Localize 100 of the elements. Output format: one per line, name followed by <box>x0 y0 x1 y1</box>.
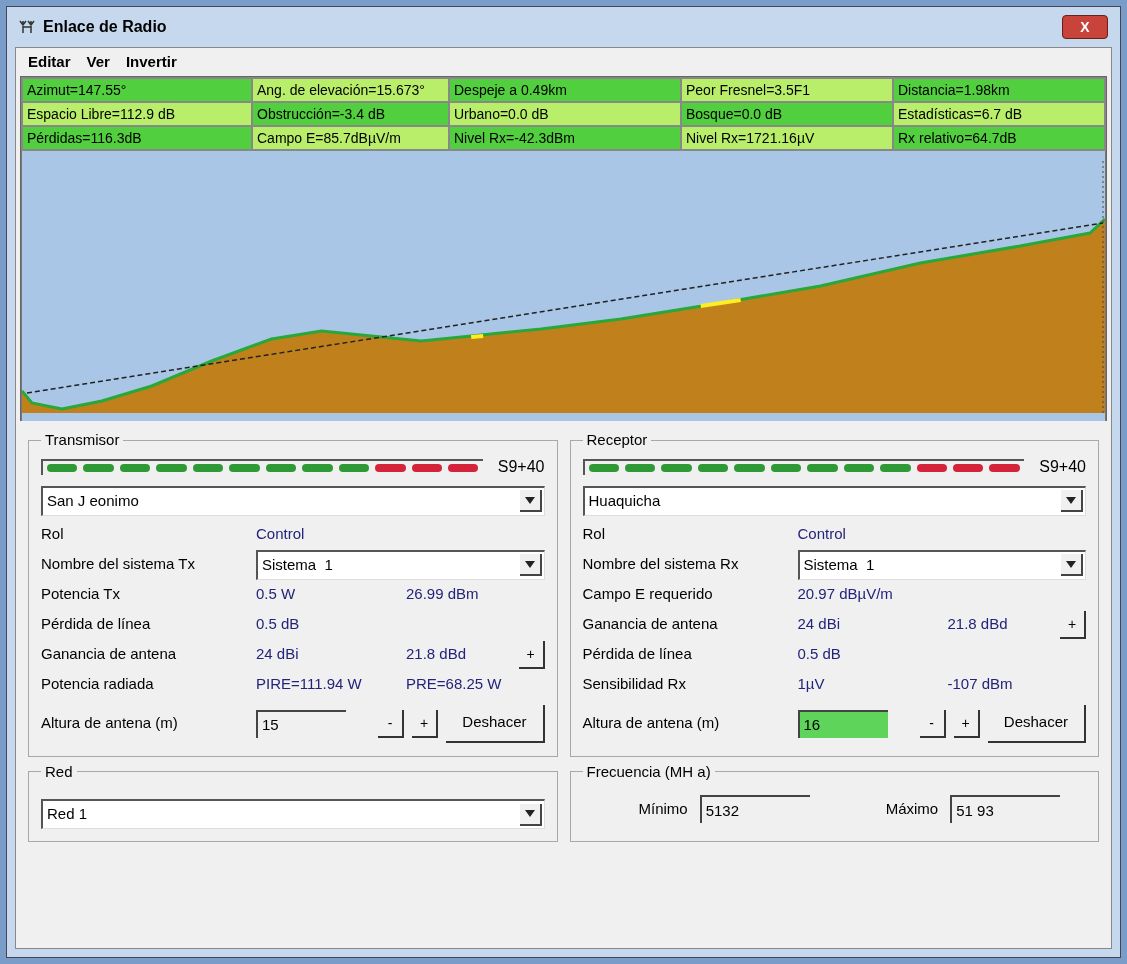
meter-segment <box>734 463 765 472</box>
meter-reading: S9+40 <box>1038 456 1086 477</box>
info-cell: Obstrucción=-3.4 dB <box>253 103 448 125</box>
caret-icon <box>524 560 535 568</box>
info-cell: Pérdidas=116.3dB <box>23 127 251 149</box>
info-cell: Espacio Libre=112.9 dB <box>23 103 251 125</box>
menu-item[interactable]: Editar <box>28 50 71 74</box>
panel-title: Frecuencia (MH a) <box>585 761 712 782</box>
plus-button[interactable]: + <box>412 709 438 738</box>
meter-segment <box>916 463 948 472</box>
field-label: Máximo <box>885 798 939 819</box>
field-value: 24 dBi <box>256 644 300 665</box>
height-field[interactable]: 15 <box>256 709 346 738</box>
field-label: Ganancia de antena <box>582 614 719 635</box>
meter-segment <box>953 463 984 472</box>
info-cell: Peor Fresnel=3.5F1 <box>682 79 892 101</box>
close-button[interactable]: X <box>1062 15 1108 39</box>
panel-title: Red <box>44 761 74 782</box>
field-label: Altura de antena (m) <box>41 713 179 734</box>
meter-segment <box>770 463 802 472</box>
meter-segment <box>375 463 406 472</box>
minus-button[interactable]: - <box>378 709 404 738</box>
field-label: Pérdida de línea <box>582 644 693 665</box>
dropdown-button[interactable] <box>519 803 542 826</box>
meter-reading: S9+40 <box>496 456 545 477</box>
caret-icon <box>524 810 535 817</box>
minimum-field[interactable]: 5132 <box>699 795 810 823</box>
dropdown-button[interactable] <box>1061 490 1083 512</box>
field-value: 0.5 W <box>256 584 297 605</box>
panel-title: Receptor <box>585 430 649 450</box>
antenna-icon <box>19 19 35 35</box>
info-cell: Ang. de elevación=15.673° <box>253 79 448 101</box>
field-label: Nombre del sistema Tx <box>41 554 196 575</box>
field-label: Rol <box>41 524 65 545</box>
meter-segment <box>265 463 297 472</box>
meter-segment <box>807 463 838 472</box>
minus-button[interactable]: - <box>919 709 946 738</box>
field-label: Mínimo <box>638 798 688 819</box>
info-cell: Urbano=0.0 dB <box>450 103 680 125</box>
info-cell: Bosque=0.0 dB <box>682 103 892 125</box>
field-label: Campo E requerido <box>582 584 714 605</box>
field-label: Potencia Tx <box>41 584 121 605</box>
network-select[interactable]: Red 1 <box>41 799 545 829</box>
dropdown-button[interactable] <box>1061 554 1083 576</box>
meter-segment <box>47 463 78 472</box>
field-value: 21.8 dBd <box>406 644 467 665</box>
height-field[interactable]: 16 <box>797 709 888 738</box>
field-value: PIRE=111.94 W <box>256 674 363 695</box>
plus-button[interactable]: + <box>1060 610 1086 639</box>
plus-button[interactable]: + <box>953 709 980 738</box>
field-value: 0.5 dB <box>797 644 842 665</box>
caret-icon <box>524 496 535 504</box>
info-cell: Estadísticas=6.7 dB <box>894 103 1104 125</box>
info-cell: Nivel Rx=1721.16µV <box>682 127 892 149</box>
dropdown-button[interactable] <box>519 554 542 576</box>
meter-segment <box>624 463 656 472</box>
station-select[interactable]: Huaquicha <box>582 485 1086 516</box>
field-label: Altura de antena (m) <box>582 713 721 734</box>
field-value: 0.5 dB <box>256 614 301 635</box>
undo-button[interactable]: Deshacer <box>446 704 545 743</box>
meter-segment <box>588 463 619 472</box>
meter-segment <box>338 463 370 472</box>
field-value: Control <box>256 524 306 545</box>
window-title: Enlace de Radio <box>43 17 168 37</box>
field-value: 1µV <box>797 674 826 695</box>
meter-segment <box>156 463 187 472</box>
info-cell: Despeje a 0.49km <box>450 79 680 101</box>
dropdown-button[interactable] <box>519 490 542 512</box>
meter-segment <box>229 463 260 472</box>
field-value: PRE=68.25 W <box>406 674 502 695</box>
meter-segment <box>661 463 692 472</box>
field-label: Nombre del sistema Rx <box>582 554 740 575</box>
field-label: Sensibilidad Rx <box>582 674 687 695</box>
field-value: 21.8 dBd <box>947 614 1008 635</box>
meter-segment <box>119 463 151 472</box>
meter-segment <box>411 463 442 472</box>
meter-segment <box>302 463 333 472</box>
field-value: -107 dBm <box>947 674 1013 695</box>
caret-icon <box>1066 560 1076 568</box>
station-select[interactable]: San J eonimo <box>41 485 545 516</box>
field-label: Rol <box>582 524 606 545</box>
info-cell: Nivel Rx=-42.3dBm <box>450 127 680 149</box>
field-label: Pérdida de línea <box>41 614 152 635</box>
info-cell: Azimut=147.55° <box>23 79 251 101</box>
field-value: 20.97 dBµV/m <box>797 584 894 605</box>
field-value: 26.99 dBm <box>406 584 479 605</box>
field-label: Ganancia de antena <box>41 644 178 665</box>
field-value: 24 dBi <box>797 614 842 635</box>
meter-segment <box>192 463 224 472</box>
system-select[interactable]: Sistema 1 <box>256 549 545 580</box>
plus-button[interactable]: + <box>518 640 545 669</box>
menu-item[interactable]: Invertir <box>125 50 177 74</box>
menu-item[interactable]: Ver <box>86 50 110 74</box>
info-cell: Rx relativo=64.7dB <box>894 127 1104 149</box>
meter-segment <box>697 463 729 472</box>
field-value: Control <box>797 524 847 545</box>
maximum-field[interactable]: 51 93 <box>950 795 1061 823</box>
panel-title: Transmisor <box>44 430 121 450</box>
system-select[interactable]: Sistema 1 <box>797 549 1086 580</box>
undo-button[interactable]: Deshacer <box>987 704 1086 743</box>
